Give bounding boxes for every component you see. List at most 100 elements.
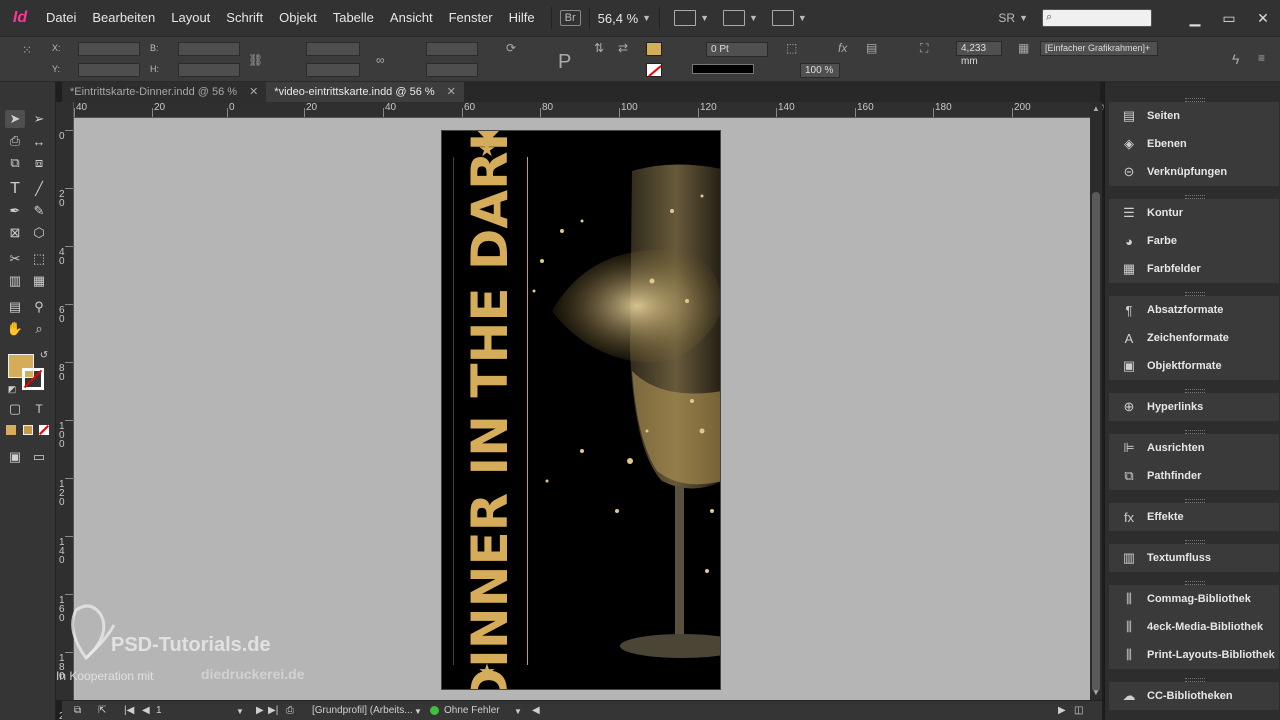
page-preview-icon[interactable]: ⎙ xyxy=(286,705,294,716)
view-toggle-icon[interactable]: ⧉ xyxy=(74,705,81,716)
panel-menu-icon[interactable]: ≡ xyxy=(1258,51,1265,65)
menu-datei[interactable]: Datei xyxy=(40,0,84,36)
scroll-right-icon[interactable]: ▶ xyxy=(1058,705,1066,716)
flip-vertical-icon[interactable]: ⇄ xyxy=(618,41,628,55)
view-options-button[interactable]: ▼ xyxy=(674,10,709,26)
panel-item[interactable]: ⫼ Print-Layouts-Bibliothek xyxy=(1109,641,1279,669)
view-mode-icon[interactable]: ▣ xyxy=(5,448,25,466)
workspace-switcher[interactable]: SR ▼ xyxy=(998,11,1042,25)
panel-item[interactable]: ¶ Absatzformate xyxy=(1109,296,1279,324)
opacity-field[interactable]: 100 % xyxy=(800,63,840,78)
apply-color-icon[interactable] xyxy=(6,425,16,435)
apply-none-icon[interactable] xyxy=(39,425,49,435)
preflight-profile[interactable]: [Grundprofil] (Arbeits... xyxy=(312,705,413,716)
stroke-weight-field[interactable]: 0 Pt xyxy=(706,42,768,57)
stroke-swatch[interactable] xyxy=(646,63,662,77)
formatting-text-icon[interactable]: T xyxy=(29,400,49,418)
stroke-type-dropdown[interactable] xyxy=(692,64,754,74)
direct-selection-tool-icon[interactable]: ➢ xyxy=(29,110,49,128)
stroke-color-swatch[interactable] xyxy=(22,368,44,390)
first-page-icon[interactable]: |◀ xyxy=(124,705,134,716)
vertical-scrollbar[interactable]: ▲ ▼ xyxy=(1090,102,1102,700)
hand-tool-icon[interactable]: ✋ xyxy=(5,320,25,338)
scroll-thumb[interactable] xyxy=(1092,192,1100,692)
split-window-icon[interactable]: ◫ xyxy=(1074,705,1083,716)
open-view-icon[interactable]: ⇱ xyxy=(98,705,106,716)
pencil-tool-icon[interactable]: ✎ xyxy=(29,202,49,220)
rotation-field[interactable] xyxy=(426,42,478,56)
screen-mode-button[interactable]: ▼ xyxy=(722,10,758,26)
bridge-button[interactable]: Br xyxy=(559,10,581,26)
note-tool-icon[interactable]: ▤ xyxy=(5,298,25,316)
pen-tool-icon[interactable]: ✒ xyxy=(5,202,25,220)
formatting-container-icon[interactable]: ▢ xyxy=(5,400,25,418)
scissors-tool-icon[interactable]: ✂ xyxy=(5,250,25,268)
chevron-down-icon[interactable]: ▼ xyxy=(414,707,422,716)
horizontal-ruler[interactable]: 402002040608010012014016018020022024 xyxy=(74,102,1179,118)
fitting-icon[interactable]: ⛶ xyxy=(920,41,928,56)
next-page-icon[interactable]: ▶ xyxy=(256,705,264,716)
x-field[interactable] xyxy=(78,42,140,56)
minimize-button[interactable]: ▁ xyxy=(1178,0,1212,36)
panel-item[interactable]: ▣ Objektformate xyxy=(1109,352,1279,380)
fx-icon[interactable]: fx xyxy=(838,41,847,55)
close-icon[interactable]: ✕ xyxy=(249,82,258,102)
page-number[interactable]: 1 xyxy=(156,705,162,716)
panel-item[interactable]: ▤ Seiten xyxy=(1109,102,1279,130)
arrange-documents-button[interactable]: ▼ xyxy=(771,10,807,26)
content-placer-icon[interactable]: ⧈ xyxy=(29,154,49,172)
search-input[interactable]: ⌕ xyxy=(1042,9,1152,27)
y-field[interactable] xyxy=(78,63,140,77)
type-tool-icon[interactable]: T xyxy=(5,180,25,198)
panel-item[interactable]: ▥ Textumfluss xyxy=(1109,544,1279,572)
rotate-icon[interactable]: ⟳ xyxy=(506,41,516,55)
flip-horizontal-icon[interactable]: ⇅ xyxy=(594,41,604,55)
panel-item[interactable]: ⊝ Verknüpfungen xyxy=(1109,158,1279,186)
reference-point-icon[interactable]: ⁙ xyxy=(22,43,32,57)
panel-item[interactable]: A Zeichenformate xyxy=(1109,324,1279,352)
rectangle-frame-tool-icon[interactable]: ⊠ xyxy=(5,224,25,242)
link-icon[interactable]: ∞ xyxy=(376,53,385,67)
content-collector-icon[interactable]: ⧉ xyxy=(5,154,25,172)
scale-y-field[interactable] xyxy=(306,63,360,77)
offset-field[interactable]: 4,233 mm xyxy=(956,41,1002,67)
close-window-button[interactable]: ✕ xyxy=(1246,0,1280,36)
scroll-left-icon[interactable]: ◀ xyxy=(532,705,540,716)
object-style-dropdown[interactable]: [Einfacher Grafikrahmen]+ xyxy=(1040,41,1158,56)
page-tool-icon[interactable]: ⎙ xyxy=(5,132,25,150)
last-page-icon[interactable]: ▶| xyxy=(268,705,278,716)
height-field[interactable] xyxy=(178,63,240,77)
document-page[interactable]: ★ ★ DINNER IN THE DARK xyxy=(441,130,721,690)
panel-item[interactable]: fx Effekte xyxy=(1109,503,1279,531)
menu-fenster[interactable]: Fenster xyxy=(441,0,501,36)
polygon-tool-icon[interactable]: ⬡ xyxy=(29,224,49,242)
menu-objekt[interactable]: Objekt xyxy=(271,0,325,36)
constrain-proportions-icon[interactable]: ⛓ xyxy=(248,53,263,67)
fill-swatch[interactable] xyxy=(646,42,662,56)
close-icon[interactable]: ✕ xyxy=(447,82,456,102)
position-tool-icon[interactable]: P xyxy=(558,51,571,74)
maximize-button[interactable]: ▭ xyxy=(1212,0,1246,36)
gradient-swatch-tool-icon[interactable]: ▥ xyxy=(5,272,25,290)
eyedropper-tool-icon[interactable]: ⚲ xyxy=(29,298,49,316)
panel-item[interactable]: ☁ CC-Bibliotheken xyxy=(1109,682,1279,710)
menu-ansicht[interactable]: Ansicht xyxy=(382,0,441,36)
panel-item[interactable]: ⫼ 4eck-Media-Bibliothek xyxy=(1109,613,1279,641)
swap-colors-icon[interactable]: ↺ xyxy=(34,346,54,364)
text-frame-options-icon[interactable]: ▤ xyxy=(866,41,877,55)
champagne-glass-image[interactable] xyxy=(522,151,721,690)
menu-layout[interactable]: Layout xyxy=(163,0,218,36)
free-transform-tool-icon[interactable]: ⬚ xyxy=(29,250,49,268)
menu-bearbeiten[interactable]: Bearbeiten xyxy=(84,0,163,36)
quick-apply-icon[interactable]: ϟ xyxy=(1232,51,1239,67)
menu-tabelle[interactable]: Tabelle xyxy=(325,0,382,36)
line-tool-icon[interactable]: ╱ xyxy=(29,180,49,198)
panel-item[interactable]: ⊫ Ausrichten xyxy=(1109,434,1279,462)
selection-tool-icon[interactable]: ➤ xyxy=(5,110,25,128)
tab-video-eintrittskarte[interactable]: *video-eintrittskarte.indd @ 56 % ✕ xyxy=(266,82,464,102)
panel-item[interactable]: ◈ Ebenen xyxy=(1109,130,1279,158)
panel-item[interactable]: ⊕ Hyperlinks xyxy=(1109,393,1279,421)
gradient-feather-tool-icon[interactable]: ▦ xyxy=(29,272,49,290)
chevron-down-icon[interactable]: ▼ xyxy=(236,707,244,716)
menu-hilfe[interactable]: Hilfe xyxy=(501,0,543,36)
